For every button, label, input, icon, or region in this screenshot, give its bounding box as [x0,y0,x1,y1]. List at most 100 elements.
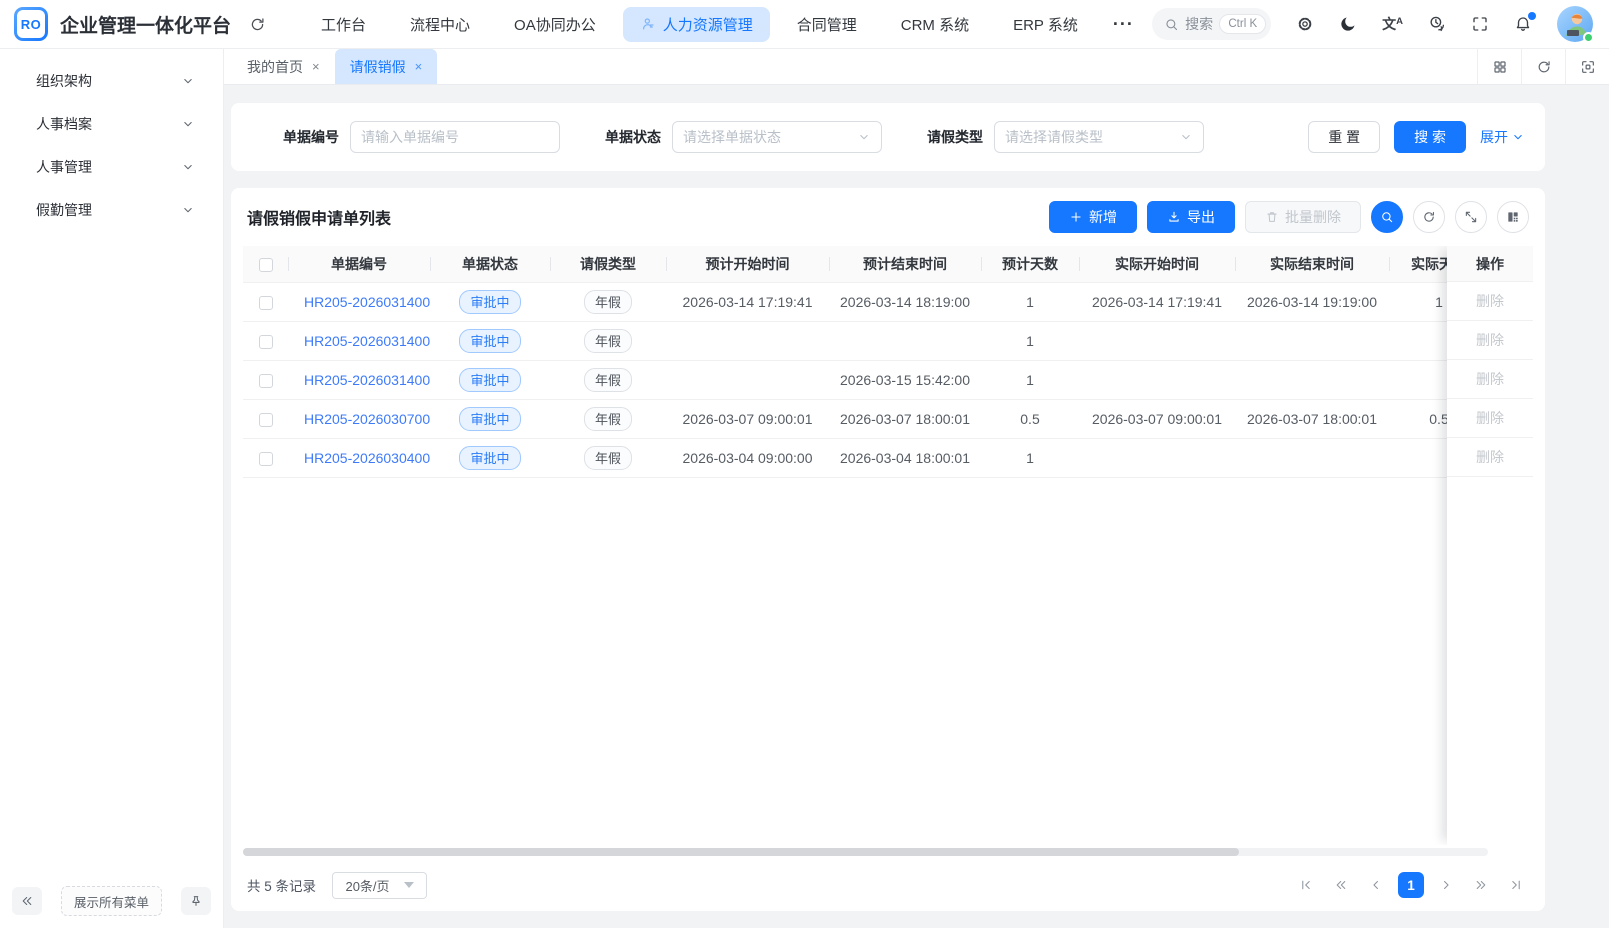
table-fullscreen-button[interactable] [1455,201,1487,233]
plan-start-cell [666,321,829,360]
row-checkbox[interactable] [259,335,273,349]
leave-type-select[interactable]: 请选择请假类型 [994,121,1204,153]
row-checkbox[interactable] [259,413,273,427]
sidebar-item-personnel-files[interactable]: 人事档案 [0,102,223,145]
tab-leave-cancel[interactable]: 请假销假 × [335,49,438,84]
nav-label: OA协同办公 [514,14,596,35]
row-delete-button[interactable]: 删除 [1447,282,1533,321]
pin-menu-button[interactable] [181,887,211,915]
column-settings-icon [1506,210,1520,224]
translate-icon[interactable]: 文A [1382,17,1403,31]
doc-no-link[interactable]: HR205-2026031400002 [304,333,430,349]
nav-item-erp[interactable]: ERP 系统 [996,7,1095,42]
export-label: 导出 [1187,207,1215,227]
actual-start-cell [1079,321,1235,360]
fullscreen-icon[interactable] [1471,15,1489,33]
doc-no-link[interactable]: HR205-2026031400001 [304,372,430,388]
search-button[interactable]: 搜 索 [1394,121,1466,153]
next-page-button[interactable] [1433,872,1459,898]
fixed-actions-body: 删除删除删除删除删除 [1447,282,1533,477]
avatar[interactable] [1557,6,1593,42]
tab-my-home[interactable]: 我的首页 × [232,49,335,84]
select-all-checkbox[interactable] [259,258,273,272]
dark-mode-icon[interactable] [1339,15,1357,33]
table-expand-icon [1464,210,1478,224]
row-checkbox-cell [243,282,288,321]
doc-no-link[interactable]: HR205-2026030400002 [304,450,430,466]
chevron-down-icon [181,117,195,131]
horizontal-scrollbar-track[interactable] [243,848,1488,856]
batch-delete-button[interactable]: 批量删除 [1245,201,1361,233]
sidebar-item-personnel-mgmt[interactable]: 人事管理 [0,145,223,188]
app-logo-text: RO [17,10,45,38]
table-body: HR205-2026031400003 审批中 年假 2026-03-14 17… [243,282,1489,477]
row-delete-button[interactable]: 删除 [1447,399,1533,438]
row-checkbox[interactable] [259,374,273,388]
timezone-icon[interactable] [1428,15,1446,33]
settings-icon[interactable] [1296,15,1314,33]
close-icon[interactable]: × [415,59,423,74]
nav-item-oa[interactable]: OA协同办公 [497,7,613,42]
sidebar: 组织架构 人事档案 人事管理 假勤管理 展示所有菜单 [0,49,224,928]
toggle-search-button[interactable] [1371,201,1403,233]
nav-item-workbench[interactable]: 工作台 [304,7,383,42]
nav-item-hr[interactable]: 人力资源管理 [623,7,770,42]
plan-start-cell: 2026-03-14 17:19:41 [666,282,829,321]
sidebar-item-label: 人事档案 [36,114,92,134]
col-plan-end: 预计结束时间 [829,246,981,282]
col-actual-start: 实际开始时间 [1079,246,1235,282]
nav-item-crm[interactable]: CRM 系统 [884,7,986,42]
doc-status-cell: 审批中 [430,438,550,477]
doc-status-select[interactable]: 请选择单据状态 [672,121,882,153]
doc-no-link[interactable]: HR205-2026031400003 [304,294,430,310]
export-icon [1167,210,1181,224]
doc-no-input[interactable] [350,121,560,153]
status-badge: 审批中 [459,290,520,314]
row-checkbox[interactable] [259,452,273,466]
page-refresh-icon[interactable] [245,12,270,37]
tab-maximize-icon[interactable] [1565,49,1609,84]
page-size-select[interactable]: 20条/页 [332,872,427,899]
doc-no-cell: HR205-2026030400002 [288,438,430,477]
double-chevron-left-icon [1334,878,1348,892]
sidebar-item-attendance-mgmt[interactable]: 假勤管理 [0,188,223,231]
nav-label: 人力资源管理 [663,14,753,35]
reset-button[interactable]: 重 置 [1308,121,1380,153]
column-settings-button[interactable] [1497,201,1529,233]
first-page-button[interactable] [1293,872,1319,898]
doc-no-link[interactable]: HR205-2026030700001 [304,411,430,427]
nav-item-contract[interactable]: 合同管理 [780,7,874,42]
doc-no-cell: HR205-2026031400003 [288,282,430,321]
row-checkbox[interactable] [259,296,273,310]
show-all-menu-button[interactable]: 展示所有菜单 [61,886,162,916]
last-page-button[interactable] [1503,872,1529,898]
row-delete-button[interactable]: 删除 [1447,360,1533,399]
expand-filters-link[interactable]: 展开 [1480,127,1525,147]
current-page-button[interactable]: 1 [1398,872,1424,898]
horizontal-scrollbar-thumb[interactable] [243,848,1239,856]
close-icon[interactable]: × [312,59,320,74]
col-doc-status: 单据状态 [430,246,550,282]
row-checkbox-cell [243,438,288,477]
app-logo[interactable]: RO [14,7,48,41]
filter-leave-type: 请假类型 请选择请假类型 [927,121,1204,153]
leave-table: 单据编号 单据状态 请假类型 预计开始时间 预计结束时间 预计天数 实际开始时间… [243,246,1489,478]
add-button[interactable]: 新增 [1049,201,1137,233]
prev-group-button[interactable] [1328,872,1354,898]
prev-page-button[interactable] [1363,872,1389,898]
sidebar-item-org-structure[interactable]: 组织架构 [0,59,223,102]
global-search-input[interactable]: 搜索 Ctrl K [1152,8,1271,40]
table-refresh-button[interactable] [1413,201,1445,233]
nav-more-button[interactable]: ··· [1105,10,1142,39]
refresh-icon[interactable] [1521,49,1565,84]
table-row: HR205-2026031400003 审批中 年假 2026-03-14 17… [243,282,1489,321]
nav-item-process-center[interactable]: 流程中心 [393,7,487,42]
export-button[interactable]: 导出 [1147,201,1235,233]
grid-icon[interactable] [1477,49,1521,84]
sidebar-collapse-button[interactable] [12,887,42,915]
filter-doc-no: 单据编号 [283,121,560,153]
notification-icon[interactable] [1514,15,1532,33]
row-delete-button[interactable]: 删除 [1447,438,1533,477]
row-delete-button[interactable]: 删除 [1447,321,1533,360]
next-group-button[interactable] [1468,872,1494,898]
